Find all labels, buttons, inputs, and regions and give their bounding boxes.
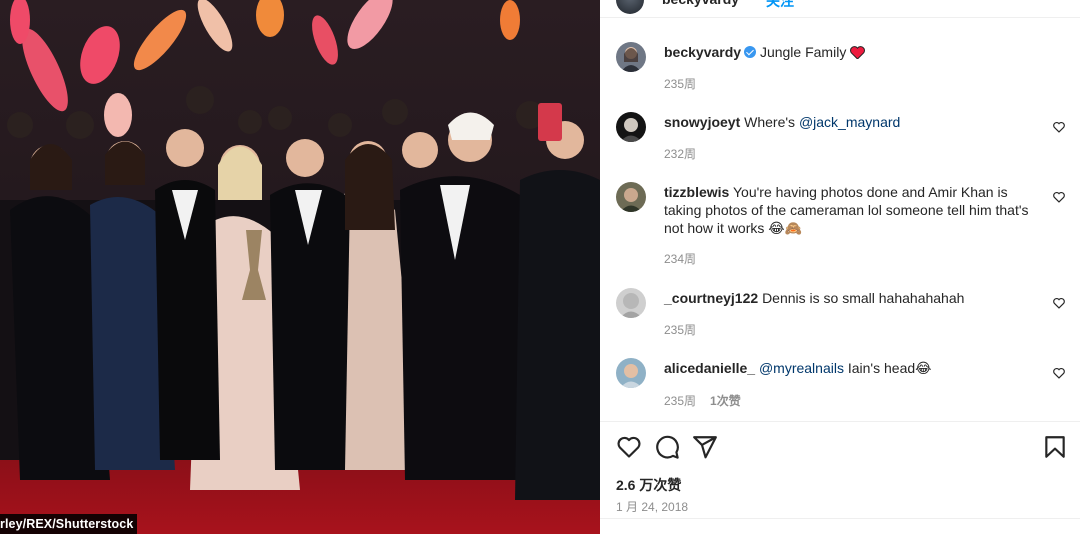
comment-text: Dennis is so small hahahahahah (762, 290, 965, 306)
red-heart-emoji-icon (850, 46, 866, 60)
comment-time[interactable]: 232周 (664, 147, 696, 161)
comment-time[interactable]: 235周 (664, 394, 696, 408)
avatar[interactable] (616, 42, 646, 72)
caption-text: Jungle Family (759, 44, 847, 60)
comment-username[interactable]: tizzblewis (664, 184, 729, 200)
comment-meta: 232周 (664, 145, 710, 162)
comment-icon[interactable] (654, 434, 680, 460)
comment-like-heart-icon[interactable] (1052, 120, 1066, 134)
post-photo[interactable]: rley/REX/Shutterstock (0, 0, 600, 534)
divider (600, 518, 1080, 519)
avatar[interactable] (616, 358, 646, 388)
comment-text: Iain's head😂 (843, 360, 932, 376)
comment-username[interactable]: _courtneyj122 (664, 290, 758, 306)
verified-icon (744, 46, 757, 58)
header-username[interactable]: beckyvardy (662, 0, 739, 7)
comment-mention[interactable]: @myrealnails (759, 360, 844, 376)
post-header: beckyvardy 关注 (600, 0, 1080, 18)
action-bar (616, 434, 1065, 462)
avatar-image (616, 288, 646, 318)
comment-username[interactable]: alicedanielle_ (664, 360, 755, 376)
comment-time[interactable]: 235周 (664, 323, 696, 337)
avatar-image (616, 112, 646, 142)
avatar-image (616, 358, 646, 388)
avatar[interactable] (616, 288, 646, 318)
comment-meta: 235周 (664, 321, 710, 338)
divider (600, 421, 1080, 422)
heart-icon[interactable] (616, 434, 642, 460)
follow-button[interactable]: 关注 (766, 0, 794, 11)
avatar[interactable] (616, 112, 646, 142)
avatar[interactable] (616, 182, 646, 212)
comment-mention[interactable]: @jack_maynard (799, 114, 900, 130)
comment-meta: 234周 (664, 250, 710, 267)
bookmark-icon[interactable] (1042, 434, 1068, 460)
post-date[interactable]: 1 月 24, 2018 (616, 498, 688, 515)
comment-text: Where's (744, 114, 799, 130)
comment-like-count[interactable]: 1次赞 (710, 394, 741, 408)
event-photo-illustration (0, 0, 600, 534)
caption-username[interactable]: beckyvardy (664, 44, 741, 60)
avatar-image (616, 182, 646, 212)
avatar-image (616, 42, 646, 72)
comment-username[interactable]: snowyjoeyt (664, 114, 740, 130)
comment-like-heart-icon[interactable] (1052, 366, 1066, 380)
comment-like-heart-icon[interactable] (1052, 296, 1066, 310)
like-count[interactable]: 2.6 万次赞 (616, 475, 681, 495)
post-panel: beckyvardy 关注 beckyvardy Jungle Family 2… (600, 0, 1080, 534)
header-avatar[interactable] (616, 0, 644, 14)
caption-time[interactable]: 235周 (664, 77, 696, 91)
comment-time[interactable]: 234周 (664, 252, 696, 266)
share-icon[interactable] (692, 434, 718, 460)
comment-like-heart-icon[interactable] (1052, 190, 1066, 204)
caption-meta: 235周 (664, 75, 710, 92)
comment-meta: 235周 1次赞 (664, 392, 755, 409)
photo-credit: rley/REX/Shutterstock (0, 514, 138, 534)
